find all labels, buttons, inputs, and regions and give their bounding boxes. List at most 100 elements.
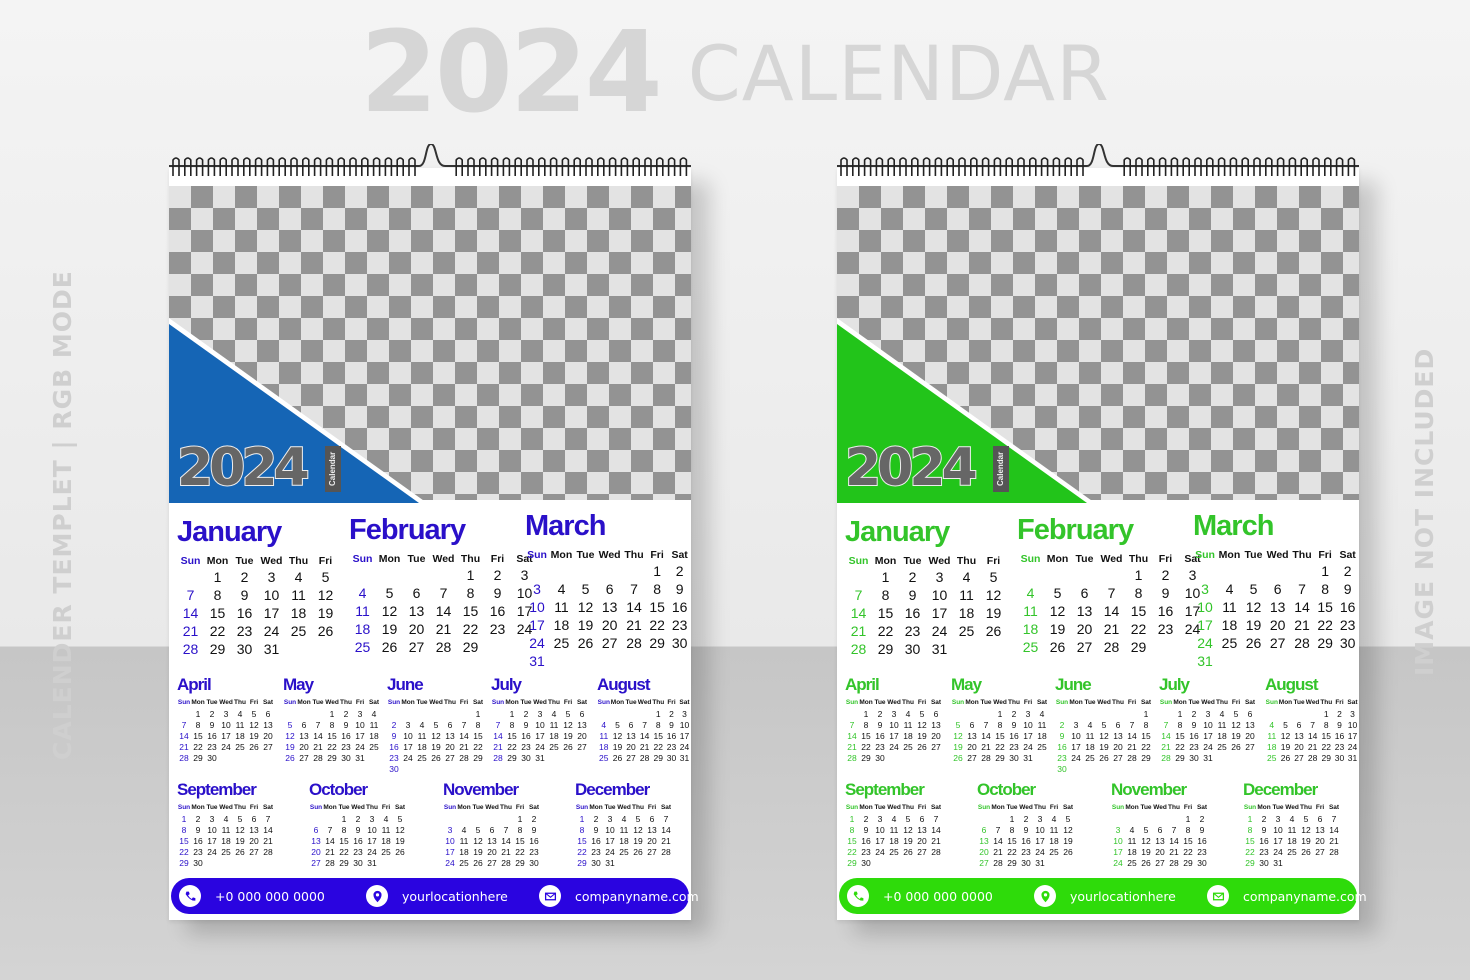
day-cell: 1 bbox=[509, 708, 515, 719]
day-cell: 8 bbox=[517, 824, 523, 835]
day-cell: 29 bbox=[995, 752, 1005, 763]
day-cell: 18 bbox=[369, 730, 379, 741]
day-cell: 2 bbox=[1059, 719, 1065, 730]
day-cell: 2 bbox=[209, 708, 215, 719]
day-cell: 22 bbox=[995, 741, 1005, 752]
day-cell: 31 bbox=[535, 752, 545, 763]
day-cell: 21 bbox=[639, 741, 650, 752]
day-cell: 21 bbox=[993, 846, 1003, 857]
day-cell: 16 bbox=[1259, 835, 1269, 846]
month-august: August Sun Mon Tue Wed Thu Fri Sat 1 2 3 4 5 6 7 8 9 10 11… bbox=[1265, 676, 1359, 763]
day-cell: 6 bbox=[1273, 581, 1282, 597]
day-cell: 14 bbox=[626, 599, 642, 615]
day-cell: 6 bbox=[933, 708, 939, 719]
day-cell: 22 bbox=[1130, 621, 1147, 637]
weekday-header: Sat bbox=[528, 803, 540, 811]
weekday-header: Thu bbox=[1128, 552, 1149, 565]
day-cell: 15 bbox=[995, 730, 1005, 741]
day-cell: 1 bbox=[579, 813, 585, 824]
wall-calendar-blue: 2024 Calendar January Sun Mon Tue Wed Thu Fri 1 2 3… bbox=[169, 142, 699, 920]
day-cell: 25 bbox=[1049, 846, 1059, 857]
weekday-header: Mon bbox=[991, 803, 1005, 811]
day-cell: 29 bbox=[179, 857, 189, 868]
day-cell: 21 bbox=[182, 623, 199, 639]
weekday-header: Tue bbox=[604, 803, 616, 811]
day-cell: 18 bbox=[1267, 741, 1277, 752]
weekday-header: Mon bbox=[965, 698, 979, 706]
day-cell: 21 bbox=[626, 617, 642, 633]
day-cell: 8 bbox=[1009, 824, 1015, 835]
day-cell: 9 bbox=[1059, 730, 1065, 741]
day-cell: 15 bbox=[577, 835, 587, 846]
day-cell: 8 bbox=[475, 719, 481, 730]
day-cell: 11 bbox=[1023, 603, 1038, 619]
day-cell: 27 bbox=[1155, 857, 1165, 868]
day-cell: 3 bbox=[1350, 708, 1355, 719]
mail-icon bbox=[1207, 885, 1229, 907]
day-cell: 1 bbox=[475, 708, 481, 719]
month-name: July bbox=[1159, 675, 1190, 694]
phone-icon bbox=[847, 885, 869, 907]
day-cell: 29 bbox=[473, 752, 483, 763]
weekday-header: Sat bbox=[472, 698, 484, 706]
day-cell: 17 bbox=[367, 835, 377, 846]
day-cell: 8 bbox=[997, 719, 1003, 730]
month-grid: Sun Mon Tue Wed Thu Fri Sat 1 2 3 4 5 6 7 8 9 10 11 12 13 14… bbox=[1017, 551, 1206, 656]
day-cell: 1 bbox=[1185, 813, 1191, 824]
day-cell: 16 bbox=[389, 741, 399, 752]
weekday-header: Tue bbox=[1075, 552, 1094, 565]
day-cell: 23 bbox=[207, 741, 217, 752]
day-cell: 1 bbox=[881, 569, 890, 585]
day-cell: 11 bbox=[554, 599, 569, 615]
day-cell: 10 bbox=[1035, 824, 1045, 835]
month-grid: Sun Mon Tue Wed Thu Fri Sat 1 2 3 4 5 6 7 8 9 10 11 12 13 14… bbox=[525, 547, 691, 670]
day-cell: 22 bbox=[193, 741, 203, 752]
day-cell: 20 bbox=[263, 730, 273, 741]
day-cell: 5 bbox=[385, 585, 394, 601]
weekday-header: Mon bbox=[378, 552, 401, 565]
day-cell: 21 bbox=[263, 835, 273, 846]
day-cell: 9 bbox=[1011, 719, 1017, 730]
wall-calendar-green: 2024 Calendar January Sun Mon Tue Wed Thu Fri 1 2 3… bbox=[837, 142, 1367, 920]
weekday-header: Wed bbox=[637, 698, 652, 706]
day-cell: 11 bbox=[235, 719, 245, 730]
day-cell: 9 bbox=[863, 824, 869, 835]
month-grid: Sun Mon Tue Wed Thu Fri Sat 1 2 3 4 5 6 7 8 9 10 11 12 13 14… bbox=[1243, 801, 1341, 868]
day-cell: 26 bbox=[563, 741, 573, 752]
day-cell: 4 bbox=[461, 824, 467, 835]
day-cell: 10 bbox=[1203, 719, 1213, 730]
weekday-header: Fri bbox=[249, 803, 259, 811]
day-cell: 8 bbox=[195, 719, 201, 730]
day-cell: 19 bbox=[917, 730, 927, 741]
day-cell: 17 bbox=[1347, 730, 1358, 741]
weekday-header: Fri bbox=[1335, 698, 1344, 706]
weekday-header: Tue bbox=[520, 698, 532, 706]
day-cell: 1 bbox=[517, 813, 523, 824]
weekday-header: Sun bbox=[180, 554, 201, 567]
day-cell: 2 bbox=[1023, 813, 1029, 824]
weekday-header: Mon bbox=[1173, 698, 1187, 706]
day-cell: 7 bbox=[495, 719, 501, 730]
day-cell: 2 bbox=[355, 813, 361, 824]
day-cell: 29 bbox=[1245, 857, 1255, 868]
day-cell: 9 bbox=[1337, 719, 1342, 730]
day-cell: 27 bbox=[1294, 752, 1304, 763]
day-cell: 14 bbox=[313, 730, 323, 741]
weekday-header: Fri bbox=[1318, 548, 1332, 561]
day-cell: 20 bbox=[601, 617, 618, 633]
month-grid: Sun Mon Tue Wed Thu Fri Sat 1 2 3 4 5 6 7 8 9 10 11 12 13 14… bbox=[1159, 696, 1257, 763]
day-cell: 5 bbox=[433, 719, 439, 730]
day-cell: 19 bbox=[1245, 617, 1262, 633]
month-grid: Sun Mon Tue Wed Thu Fri Sat 1 2 3 4 5 6 7 8 9 10 11 12 13 14… bbox=[309, 801, 407, 868]
day-cell: 14 bbox=[325, 835, 335, 846]
day-cell: 12 bbox=[612, 730, 623, 741]
weekday-header: Tue bbox=[576, 548, 595, 561]
day-cell: 23 bbox=[671, 617, 688, 633]
day-cell: 6 bbox=[579, 708, 585, 719]
weekday-header: Wed bbox=[887, 803, 901, 811]
weekday-header: Thu bbox=[288, 554, 309, 567]
day-cell: 30 bbox=[591, 857, 601, 868]
day-cell: 12 bbox=[235, 824, 245, 835]
day-cell: 24 bbox=[403, 752, 413, 763]
weekday-header: Mon bbox=[401, 698, 415, 706]
